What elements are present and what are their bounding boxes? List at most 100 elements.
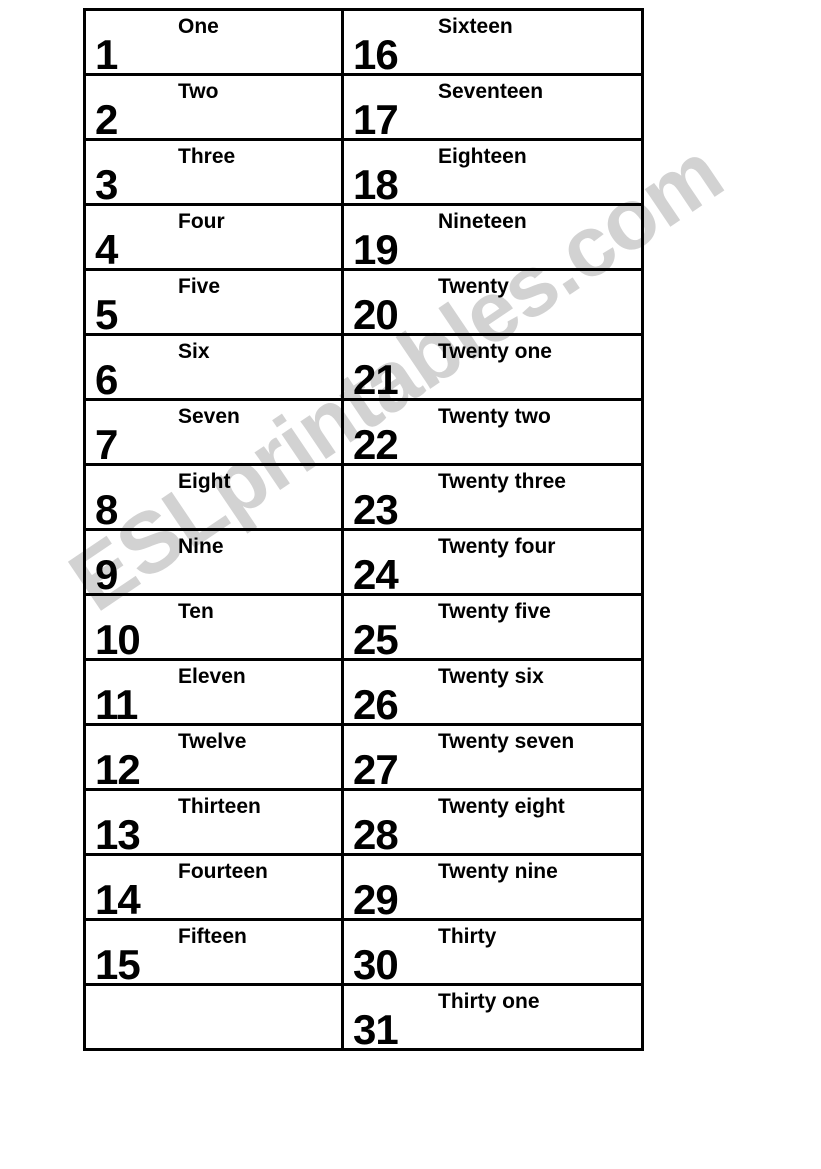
number-word: Fourteen <box>178 860 268 883</box>
number-cell-inner: 24 Twenty four <box>344 531 641 593</box>
number-cell: 20 Twenty <box>341 268 644 336</box>
number-cell: 26 Twenty six <box>341 658 644 726</box>
number-cell: 5 Five <box>83 268 344 336</box>
number-word: Twenty <box>438 275 509 298</box>
number-word: Twenty five <box>438 600 551 623</box>
number-word: Ten <box>178 600 214 623</box>
number-cell-inner: 13 Thirteen <box>86 791 341 853</box>
number-cell-inner: 10 Ten <box>86 596 341 658</box>
number-cell: 18 Eighteen <box>341 138 644 206</box>
number-digit: 5 <box>95 291 118 334</box>
number-word: Nineteen <box>438 210 527 233</box>
number-cell-inner: 22 Twenty two <box>344 401 641 463</box>
number-cell-inner: 1 One <box>86 11 341 73</box>
number-digit: 23 <box>353 486 399 529</box>
number-digit: 6 <box>95 356 118 399</box>
number-cell: 24 Twenty four <box>341 528 644 596</box>
number-cell: 16 Sixteen <box>341 8 644 76</box>
number-word: One <box>178 15 219 38</box>
number-word: Eight <box>178 470 231 493</box>
table-row: 1 One 16 Sixteen <box>83 8 644 76</box>
number-cell-inner: 19 Nineteen <box>344 206 641 268</box>
number-cell-inner: 20 Twenty <box>344 271 641 333</box>
number-cell: 28 Twenty eight <box>341 788 644 856</box>
number-word: Twenty two <box>438 405 551 428</box>
number-digit: 14 <box>95 876 141 919</box>
worksheet-page: ESLprintables.com 1 One 16 Sixteen 2 Two 17 Sev… <box>0 0 821 1169</box>
number-digit: 20 <box>353 291 399 334</box>
number-cell-inner: 29 Twenty nine <box>344 856 641 918</box>
number-word: Twenty four <box>438 535 556 558</box>
number-cell-inner: 21 Twenty one <box>344 336 641 398</box>
number-word: Thirteen <box>178 795 261 818</box>
number-cell-inner: 14 Fourteen <box>86 856 341 918</box>
number-cell-inner: 9 Nine <box>86 531 341 593</box>
number-word: Sixteen <box>438 15 513 38</box>
number-digit: 11 <box>95 681 138 724</box>
number-digit: 4 <box>95 226 118 269</box>
number-cell: 17 Seventeen <box>341 73 644 141</box>
number-cell: 25 Twenty five <box>341 593 644 661</box>
number-cell-inner: 6 Six <box>86 336 341 398</box>
number-cell: 3 Three <box>83 138 344 206</box>
table-row: 4 Four 19 Nineteen <box>83 203 644 271</box>
number-digit: 13 <box>95 811 141 854</box>
number-word: Twenty eight <box>438 795 565 818</box>
number-cell: 2 Two <box>83 73 344 141</box>
number-cell: 11 Eleven <box>83 658 344 726</box>
table-row: 2 Two 17 Seventeen <box>83 73 644 141</box>
number-cell-inner <box>86 986 341 1048</box>
number-word: Nine <box>178 535 224 558</box>
number-word: Seventeen <box>438 80 544 103</box>
number-word: Six <box>178 340 210 363</box>
number-word: Thirty one <box>438 990 540 1013</box>
number-cell: 1 One <box>83 8 344 76</box>
number-digit: 27 <box>353 746 399 789</box>
table-row: 6 Six 21 Twenty one <box>83 333 644 401</box>
number-word: Twenty seven <box>438 730 575 753</box>
number-cell: 27 Twenty seven <box>341 723 644 791</box>
number-digit: 12 <box>95 746 141 789</box>
table-row: 7 Seven 22 Twenty two <box>83 398 644 466</box>
number-cell-inner: 11 Eleven <box>86 661 341 723</box>
number-cell-inner: 8 Eight <box>86 466 341 528</box>
table-row: 8 Eight 23 Twenty three <box>83 463 644 531</box>
number-cell-inner: 15 Fifteen <box>86 921 341 983</box>
number-cell-inner: 12 Twelve <box>86 726 341 788</box>
number-word: Twelve <box>178 730 247 753</box>
number-cell-inner: 31 Thirty one <box>344 986 641 1048</box>
table-row: 14 Fourteen 29 Twenty nine <box>83 853 644 921</box>
number-word: Three <box>178 145 236 168</box>
number-cell-inner: 25 Twenty five <box>344 596 641 658</box>
number-word: Twenty three <box>438 470 566 493</box>
number-digit: 16 <box>353 31 399 74</box>
number-cell-inner: 16 Sixteen <box>344 11 641 73</box>
number-cell-inner: 7 Seven <box>86 401 341 463</box>
number-cell-inner: 18 Eighteen <box>344 141 641 203</box>
number-cell: 19 Nineteen <box>341 203 644 271</box>
table-row: 5 Five 20 Twenty <box>83 268 644 336</box>
numbers-table: 1 One 16 Sixteen 2 Two 17 Seventeen 3 Three 18 Eigh… <box>83 8 644 1051</box>
number-digit: 7 <box>95 421 118 464</box>
number-cell: 14 Fourteen <box>83 853 344 921</box>
number-cell: 31 Thirty one <box>341 983 644 1051</box>
number-cell-inner: 17 Seventeen <box>344 76 641 138</box>
number-word: Seven <box>178 405 240 428</box>
number-word: Twenty nine <box>438 860 558 883</box>
number-cell-empty <box>83 983 344 1051</box>
number-word: Fifteen <box>178 925 247 948</box>
number-digit: 22 <box>353 421 399 464</box>
number-word: Four <box>178 210 225 233</box>
number-digit: 26 <box>353 681 399 724</box>
number-digit: 31 <box>353 1006 399 1049</box>
number-cell-inner: 26 Twenty six <box>344 661 641 723</box>
number-digit: 17 <box>353 96 399 139</box>
number-word: Two <box>178 80 219 103</box>
number-cell-inner: 3 Three <box>86 141 341 203</box>
number-cell: 12 Twelve <box>83 723 344 791</box>
number-word: Eighteen <box>438 145 527 168</box>
table-row: 15 Fifteen 30 Thirty <box>83 918 644 986</box>
number-cell: 9 Nine <box>83 528 344 596</box>
number-cell-inner: 5 Five <box>86 271 341 333</box>
number-word: Eleven <box>178 665 246 688</box>
